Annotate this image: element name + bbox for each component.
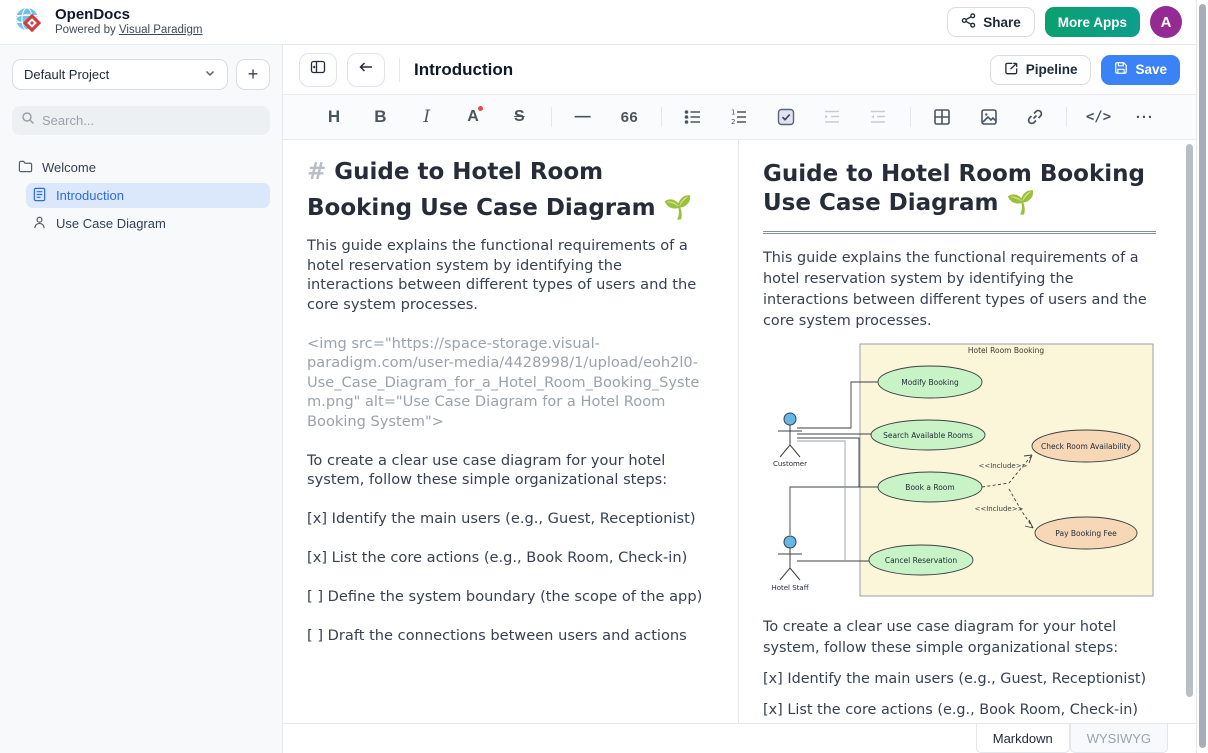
md-paragraph: This guide explains the functional requi… — [307, 236, 712, 314]
tree-item-introduction[interactable]: Introduction — [26, 183, 270, 208]
md-heading: #Guide to Hotel Room Booking Use Case Di… — [307, 154, 712, 226]
svg-text:1: 1 — [731, 109, 735, 117]
opendocs-logo-icon — [12, 3, 46, 42]
divider — [1066, 107, 1067, 127]
md-task-line: [x] List the core actions (e.g., Book Ro… — [307, 548, 712, 568]
chevron-down-icon — [204, 67, 216, 82]
markdown-editor-pane[interactable]: #Guide to Hotel Room Booking Use Case Di… — [283, 140, 738, 723]
task-list-icon[interactable] — [771, 102, 801, 132]
document-icon — [32, 187, 47, 205]
svg-text:2: 2 — [731, 118, 735, 126]
preview-paragraph: To create a clear use case diagram for y… — [763, 617, 1156, 659]
bold-icon[interactable]: B — [365, 102, 395, 132]
strikethrough-icon[interactable]: S — [504, 102, 534, 132]
share-icon — [961, 13, 976, 31]
divider — [399, 58, 400, 82]
add-project-button[interactable]: + — [236, 59, 270, 90]
brand: OpenDocs Powered by Visual Paradigm — [12, 3, 202, 42]
indent-icon[interactable] — [817, 102, 847, 132]
formatting-toolbar: H B I A S — 66 12 — [283, 95, 1196, 140]
more-apps-button[interactable]: More Apps — [1045, 7, 1140, 37]
visual-paradigm-link[interactable]: Visual Paradigm — [119, 24, 203, 36]
md-task-line: [ ] Draft the connections between users … — [307, 626, 712, 646]
tab-wysiwyg[interactable]: WYSIWYG — [1070, 724, 1168, 753]
divider — [551, 107, 552, 127]
text-color-icon[interactable]: A — [458, 102, 488, 132]
tree-item-use-case-diagram[interactable]: Use Case Diagram — [26, 211, 270, 236]
project-selector[interactable]: Default Project — [12, 59, 228, 90]
scrollbar-thumb[interactable] — [1199, 4, 1206, 748]
document-header: Introduction Pipeline Save — [283, 45, 1196, 95]
search-box[interactable] — [12, 106, 270, 135]
search-input[interactable] — [42, 113, 261, 128]
window-scrollbar[interactable] — [1196, 0, 1208, 753]
svg-text:Hotel Staff: Hotel Staff — [771, 584, 808, 592]
code-icon[interactable]: </> — [1084, 102, 1114, 132]
md-task-line: [x] Identify the main users (e.g., Guest… — [307, 509, 712, 529]
back-button[interactable] — [347, 53, 385, 87]
include-label: <<Include>> — [979, 462, 1028, 470]
save-button[interactable]: Save — [1101, 55, 1180, 85]
status-bar: Markdown WYSIWYG — [283, 723, 1196, 753]
svg-text:Modify Booking: Modify Booking — [901, 378, 959, 387]
svg-text:Customer: Customer — [773, 460, 807, 468]
ordered-list-icon[interactable]: 12 — [724, 102, 754, 132]
svg-text:Book a Room: Book a Room — [905, 483, 954, 492]
document-tree: Welcome Introduction Use Case Diagram — [12, 155, 270, 236]
divider — [910, 107, 911, 127]
more-options-icon[interactable]: ··· — [1130, 102, 1160, 132]
md-task-line: [ ] Define the system boundary (the scop… — [307, 587, 712, 607]
tree-item-welcome[interactable]: Welcome — [12, 155, 270, 180]
share-button[interactable]: Share — [947, 7, 1035, 37]
md-paragraph: To create a clear use case diagram for y… — [307, 451, 712, 490]
horizontal-rule-icon[interactable]: — — [568, 102, 598, 132]
panel-collapse-icon — [310, 59, 326, 80]
outdent-icon[interactable] — [863, 102, 893, 132]
heading-icon[interactable]: H — [319, 102, 349, 132]
preview-heading: Guide to Hotel Room Booking Use Case Dia… — [763, 160, 1156, 234]
arrow-left-icon — [358, 59, 374, 80]
app-title: OpenDocs — [55, 7, 202, 23]
image-icon[interactable] — [974, 102, 1004, 132]
sidebar: Default Project + Welcome — [0, 45, 283, 753]
link-icon[interactable] — [1020, 102, 1050, 132]
page-title: Introduction — [414, 60, 513, 80]
preview-task-line: [x] List the core actions (e.g., Book Ro… — [763, 700, 1156, 721]
include-label: <<Include>> — [975, 505, 1024, 513]
person-icon — [32, 215, 47, 233]
svg-text:Hotel Room Booking: Hotel Room Booking — [968, 346, 1044, 355]
pipeline-icon — [1004, 61, 1019, 79]
preview-pane[interactable]: Guide to Hotel Room Booking Use Case Dia… — [739, 140, 1196, 723]
pipeline-button[interactable]: Pipeline — [990, 55, 1092, 85]
toggle-sidebar-button[interactable] — [299, 53, 337, 87]
save-icon — [1114, 61, 1128, 78]
svg-text:Cancel Reservation: Cancel Reservation — [885, 556, 958, 565]
svg-text:Search Available Rooms: Search Available Rooms — [883, 431, 973, 440]
use-case-diagram-image: Hotel Room Booking — [763, 342, 1156, 605]
md-img-tag: <img src="https://space-storage.visual-p… — [307, 334, 712, 432]
svg-text:Pay Booking Fee: Pay Booking Fee — [1055, 529, 1117, 538]
italic-icon[interactable]: I — [412, 102, 442, 132]
svg-text:Check Room Availability: Check Room Availability — [1041, 442, 1132, 451]
search-icon — [21, 111, 35, 130]
divider — [661, 107, 662, 127]
preview-paragraph: This guide explains the functional requi… — [763, 248, 1156, 332]
preview-task-line: [x] Identify the main users (e.g., Guest… — [763, 669, 1156, 690]
bullet-list-icon[interactable] — [678, 102, 708, 132]
top-bar: OpenDocs Powered by Visual Paradigm Shar… — [0, 0, 1196, 45]
user-avatar[interactable]: A — [1150, 6, 1182, 38]
preview-scrollbar[interactable] — [1186, 144, 1193, 697]
tab-markdown[interactable]: Markdown — [976, 724, 1070, 753]
folder-icon — [18, 159, 33, 177]
table-icon[interactable] — [927, 102, 957, 132]
powered-by: Powered by Visual Paradigm — [55, 23, 202, 37]
blockquote-icon[interactable]: 66 — [614, 102, 644, 132]
